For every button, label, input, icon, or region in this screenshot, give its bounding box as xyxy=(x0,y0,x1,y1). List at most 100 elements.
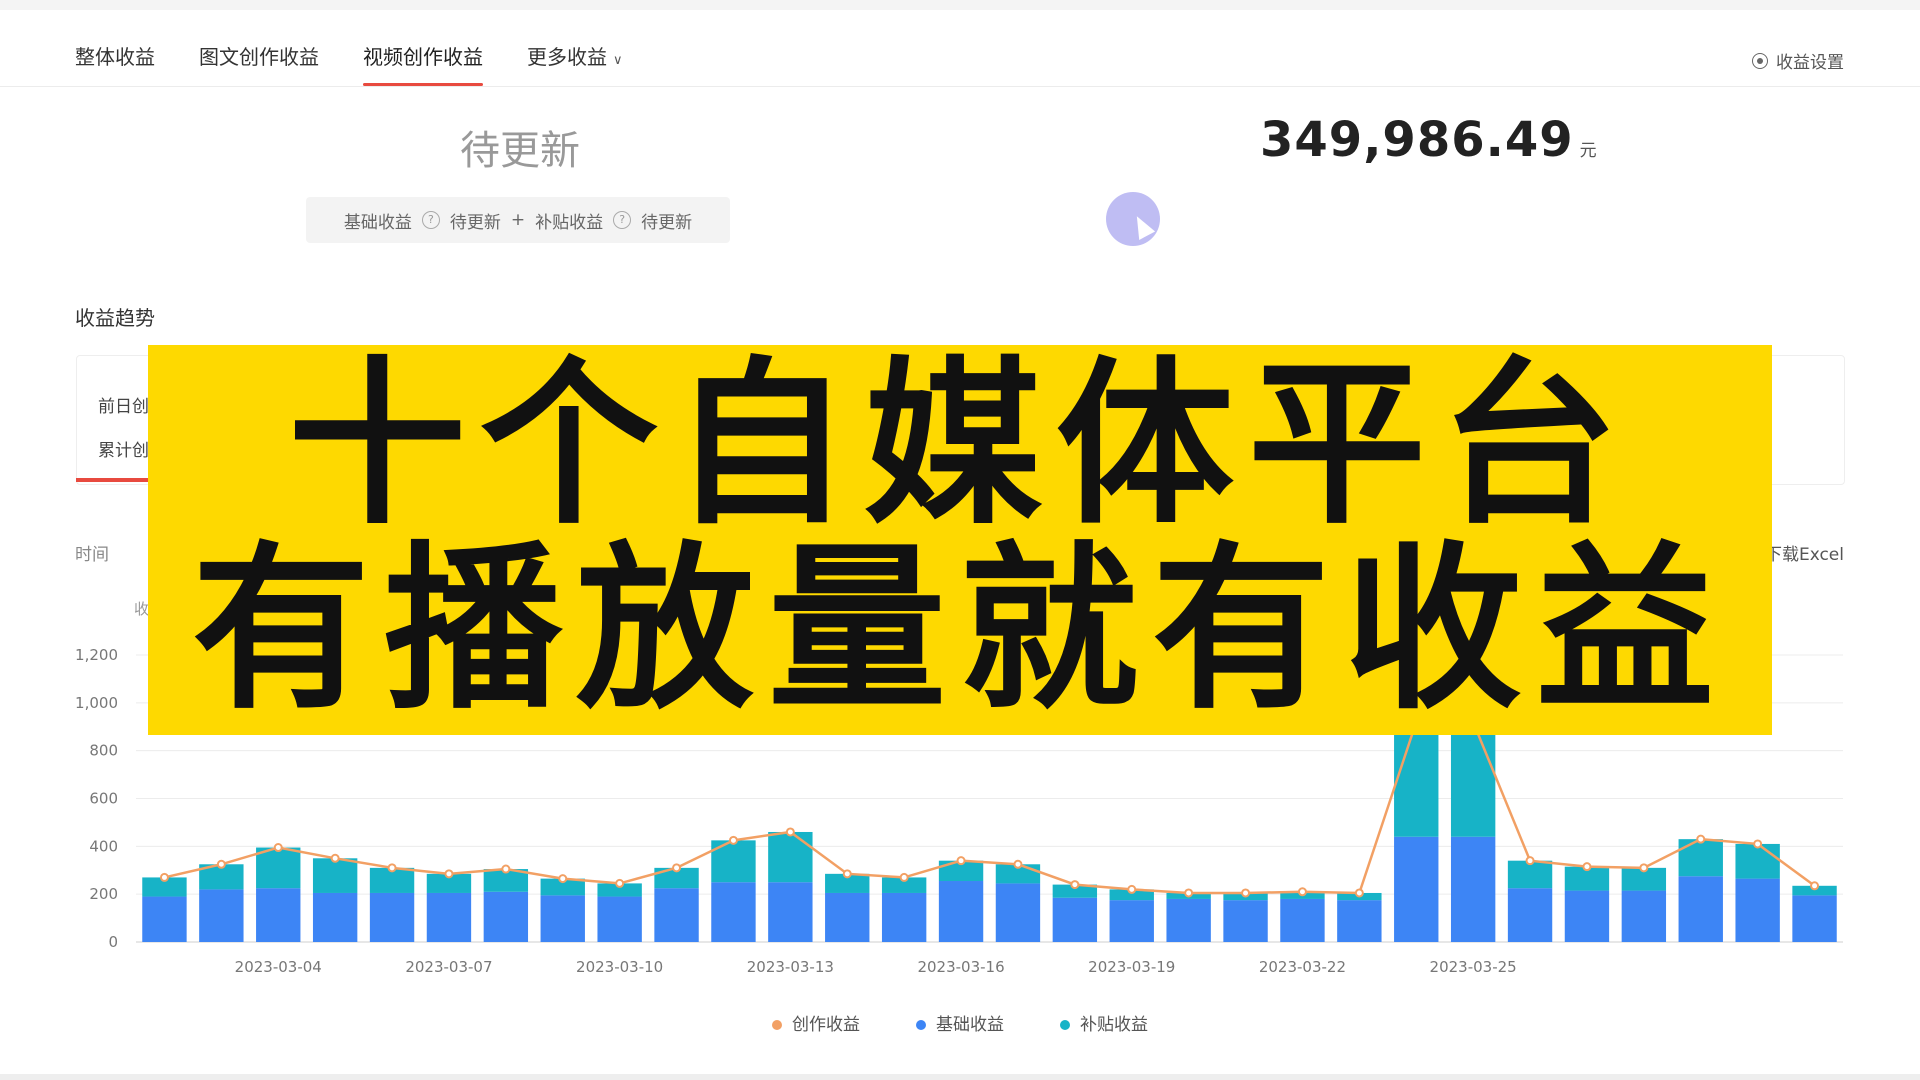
help-icon[interactable]: ? xyxy=(613,211,632,229)
total-income: 349,986.49 元 xyxy=(1260,112,1598,168)
point-creation xyxy=(1354,888,1364,898)
bar-base xyxy=(1621,890,1667,942)
plus-sign: + xyxy=(510,210,526,230)
bar-base xyxy=(426,892,472,942)
legend-dot xyxy=(1060,1020,1070,1030)
x-tick-label: 2023-03-07 xyxy=(405,958,492,976)
bar-base xyxy=(938,881,984,942)
point-creation xyxy=(273,843,283,853)
tab-more[interactable]: 更多收益 ∨ xyxy=(527,40,623,88)
legend-dot xyxy=(772,1020,782,1030)
y-tick-label: 1,200 xyxy=(75,646,118,664)
x-tick-label: 2023-03-04 xyxy=(235,958,322,976)
bar-base xyxy=(540,895,585,942)
point-creation xyxy=(728,835,738,845)
point-creation xyxy=(216,859,226,869)
point-creation xyxy=(785,827,795,837)
banner-line-2: 有播放量就有收益 xyxy=(192,526,1728,733)
bar-base xyxy=(1166,898,1211,942)
bar-base xyxy=(768,882,813,942)
bar-base xyxy=(1564,890,1610,942)
tab-video[interactable]: 视频创作收益 xyxy=(363,40,483,88)
point-creation xyxy=(1297,887,1307,897)
bar-base xyxy=(1735,878,1780,942)
subsidy-income-label: 补贴收益 xyxy=(535,212,604,233)
point-creation xyxy=(1070,880,1080,890)
settings-label: 收益设置 xyxy=(1776,53,1844,73)
point-creation xyxy=(1639,863,1649,873)
y-tick-label: 0 xyxy=(108,933,118,951)
point-creation xyxy=(330,853,340,863)
gear-icon xyxy=(1752,52,1768,69)
total-income-unit: 元 xyxy=(1579,141,1598,161)
x-tick-label: 2023-03-10 xyxy=(576,958,663,976)
legend-subsidy-label: 补贴收益 xyxy=(1080,1015,1148,1035)
y-tick-label: 400 xyxy=(89,837,118,855)
yesterday-income-value: 待更新 xyxy=(460,128,580,174)
settings-link[interactable]: 收益设置 xyxy=(1752,48,1844,73)
bar-subsidy xyxy=(1394,721,1439,837)
point-creation xyxy=(387,863,397,873)
metric-total-tab[interactable]: 累计创 xyxy=(98,436,149,461)
bar-base xyxy=(1052,897,1098,942)
tab-divider xyxy=(0,86,1920,87)
x-tick-label: 2023-03-25 xyxy=(1430,958,1517,976)
help-icon[interactable]: ? xyxy=(421,211,440,229)
bar-base xyxy=(483,891,529,942)
point-creation xyxy=(1582,862,1592,872)
legend-base[interactable]: 基础收益 xyxy=(916,1010,1004,1035)
point-creation xyxy=(1525,856,1535,866)
bar-subsidy xyxy=(768,831,813,883)
tab-article[interactable]: 图文创作收益 xyxy=(199,40,319,88)
point-creation xyxy=(1696,834,1706,844)
point-creation xyxy=(899,872,909,882)
bar-base xyxy=(199,889,244,942)
bar-base xyxy=(1507,888,1553,942)
tab-bar: 整体收益 图文创作收益 视频创作收益 更多收益 ∨ xyxy=(75,40,623,88)
chart-legend: 创作收益 基础收益 补贴收益 xyxy=(0,1010,1920,1035)
legend-creation[interactable]: 创作收益 xyxy=(772,1010,860,1035)
x-tick-label: 2023-03-19 xyxy=(1088,958,1175,976)
tab-overall[interactable]: 整体收益 xyxy=(75,40,155,88)
bar-base xyxy=(825,892,870,942)
trend-title: 收益趋势 xyxy=(75,306,155,330)
promo-banner: 十个自媒体平台 有播放量就有收益 xyxy=(148,345,1772,735)
metric-yesterday-tab[interactable]: 前日创 xyxy=(98,392,149,417)
point-creation xyxy=(501,864,511,874)
total-income-value: 349,986.49 xyxy=(1260,112,1574,168)
bar-base xyxy=(312,892,358,942)
bar-base xyxy=(1280,898,1325,942)
y-axis-unit: 收 xyxy=(134,600,150,618)
bar-base xyxy=(597,896,642,942)
time-filter-label: 时间 xyxy=(75,545,109,565)
bar-base xyxy=(995,883,1041,942)
base-income-label: 基础收益 xyxy=(343,212,412,233)
point-creation xyxy=(956,856,966,866)
bottom-strip xyxy=(0,1074,1920,1080)
x-tick-label: 2023-03-13 xyxy=(747,958,834,976)
point-creation xyxy=(444,869,454,879)
bar-subsidy xyxy=(1735,843,1780,879)
bar-subsidy xyxy=(312,858,358,893)
y-tick-label: 800 xyxy=(89,742,118,760)
metric-active-indicator xyxy=(76,478,151,482)
point-creation xyxy=(558,874,568,884)
legend-subsidy[interactable]: 补贴收益 xyxy=(1060,1010,1148,1035)
point-creation xyxy=(615,878,625,888)
point-creation xyxy=(159,872,169,882)
point-creation xyxy=(1753,839,1763,849)
bar-base xyxy=(711,882,756,942)
download-excel-link[interactable]: 下载Excel xyxy=(1765,540,1844,565)
point-creation xyxy=(1013,859,1023,869)
y-tick-label: 600 xyxy=(89,790,118,808)
base-income-value: 待更新 xyxy=(449,212,501,233)
bar-base xyxy=(1223,900,1268,942)
bar-subsidy xyxy=(1450,721,1496,837)
bar-base xyxy=(881,892,927,942)
bar-base xyxy=(369,892,415,942)
point-creation xyxy=(1184,888,1194,898)
point-creation xyxy=(1810,881,1820,891)
x-tick-label: 2023-03-22 xyxy=(1259,958,1346,976)
bar-base xyxy=(256,888,301,942)
point-creation xyxy=(672,863,682,873)
